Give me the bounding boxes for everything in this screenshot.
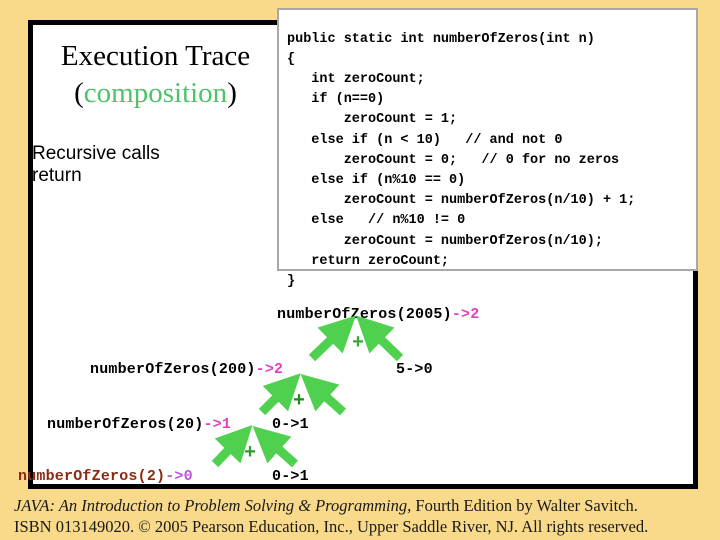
trace-call-row: numberOfZeros(20)->1 xyxy=(47,416,231,433)
title-line-1: Execution Trace xyxy=(60,40,251,72)
plus-sign: + xyxy=(352,332,365,355)
slide: Execution Trace (composition) Recursive … xyxy=(0,0,720,540)
java-code-snippet: public static int numberOfZeros(int n) {… xyxy=(287,31,636,289)
title-paren-close: ) xyxy=(227,76,237,109)
code-box: public static int numberOfZeros(int n) {… xyxy=(277,8,698,289)
trace-call-name: numberOfZeros(200) xyxy=(90,361,256,378)
subtitle-line-2: return xyxy=(32,164,82,186)
trace-call-row: numberOfZeros(2005)->2 xyxy=(277,306,479,323)
trace-sibling-value: 5->0 xyxy=(396,361,433,378)
trace-sibling-value: 0->1 xyxy=(272,416,309,433)
subtitle-line-1: Recursive calls xyxy=(32,143,160,164)
subtitle: Recursive calls return xyxy=(32,143,267,187)
footer-line-1: JAVA: An Introduction to Problem Solving… xyxy=(14,495,720,516)
trace-sibling-value: 0->1 xyxy=(272,468,309,485)
title-paren-open: ( xyxy=(74,76,84,109)
page-title: Execution Trace (composition) xyxy=(38,38,273,112)
trace-call-row: numberOfZeros(200)->2 xyxy=(90,361,283,378)
trace-call-result: ->1 xyxy=(203,416,232,433)
plus-sign: + xyxy=(244,442,257,465)
title-highlight-word: composition xyxy=(83,76,228,109)
plus-sign: + xyxy=(293,390,306,413)
trace-call-result: ->2 xyxy=(451,306,480,323)
footer-book-title: JAVA: An Introduction to Problem Solving… xyxy=(14,496,408,515)
footer: JAVA: An Introduction to Problem Solving… xyxy=(0,495,720,540)
trace-call-result: ->2 xyxy=(255,361,284,378)
title-line-2: (composition) xyxy=(38,75,273,112)
footer-edition: , Fourth Edition by Walter Savitch. xyxy=(407,496,638,515)
trace-call-row: numberOfZeros(2)->0 xyxy=(18,468,193,485)
trace-call-name: numberOfZeros(2) xyxy=(18,468,166,485)
footer-line-2: ISBN 013149020. © 2005 Pearson Education… xyxy=(14,517,649,536)
trace-call-name: numberOfZeros(2005) xyxy=(277,306,452,323)
trace-call-name: numberOfZeros(20) xyxy=(47,416,204,433)
trace-call-result: ->0 xyxy=(165,468,193,485)
